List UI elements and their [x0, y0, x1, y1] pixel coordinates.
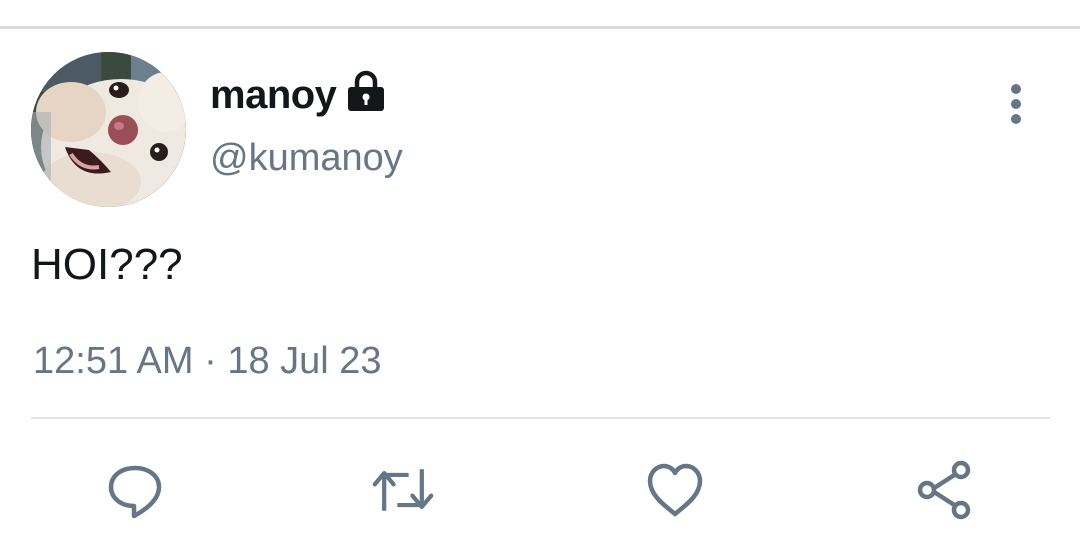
more-vertical-icon — [1011, 84, 1021, 124]
avatar[interactable] — [31, 52, 186, 207]
display-name[interactable]: manoy — [210, 73, 337, 118]
top-divider — [0, 26, 1080, 29]
actions-divider — [31, 417, 1050, 419]
reply-icon — [108, 465, 162, 519]
tweet-text: HOI??? — [31, 240, 183, 289]
retweet-button[interactable] — [371, 458, 435, 522]
retweet-icon — [372, 469, 434, 511]
tweet-timestamp[interactable]: 12:51 AM · 18 Jul 23 — [33, 340, 382, 383]
lock-icon — [348, 70, 385, 111]
share-icon — [917, 460, 971, 520]
avatar-image — [31, 52, 186, 207]
share-button[interactable] — [913, 458, 977, 522]
reply-button[interactable] — [103, 458, 167, 522]
more-options-button[interactable] — [998, 80, 1038, 128]
handle[interactable]: @kumanoy — [210, 137, 403, 180]
heart-icon — [647, 463, 703, 517]
display-name-row: manoy — [210, 70, 386, 120]
like-button[interactable] — [643, 458, 707, 522]
